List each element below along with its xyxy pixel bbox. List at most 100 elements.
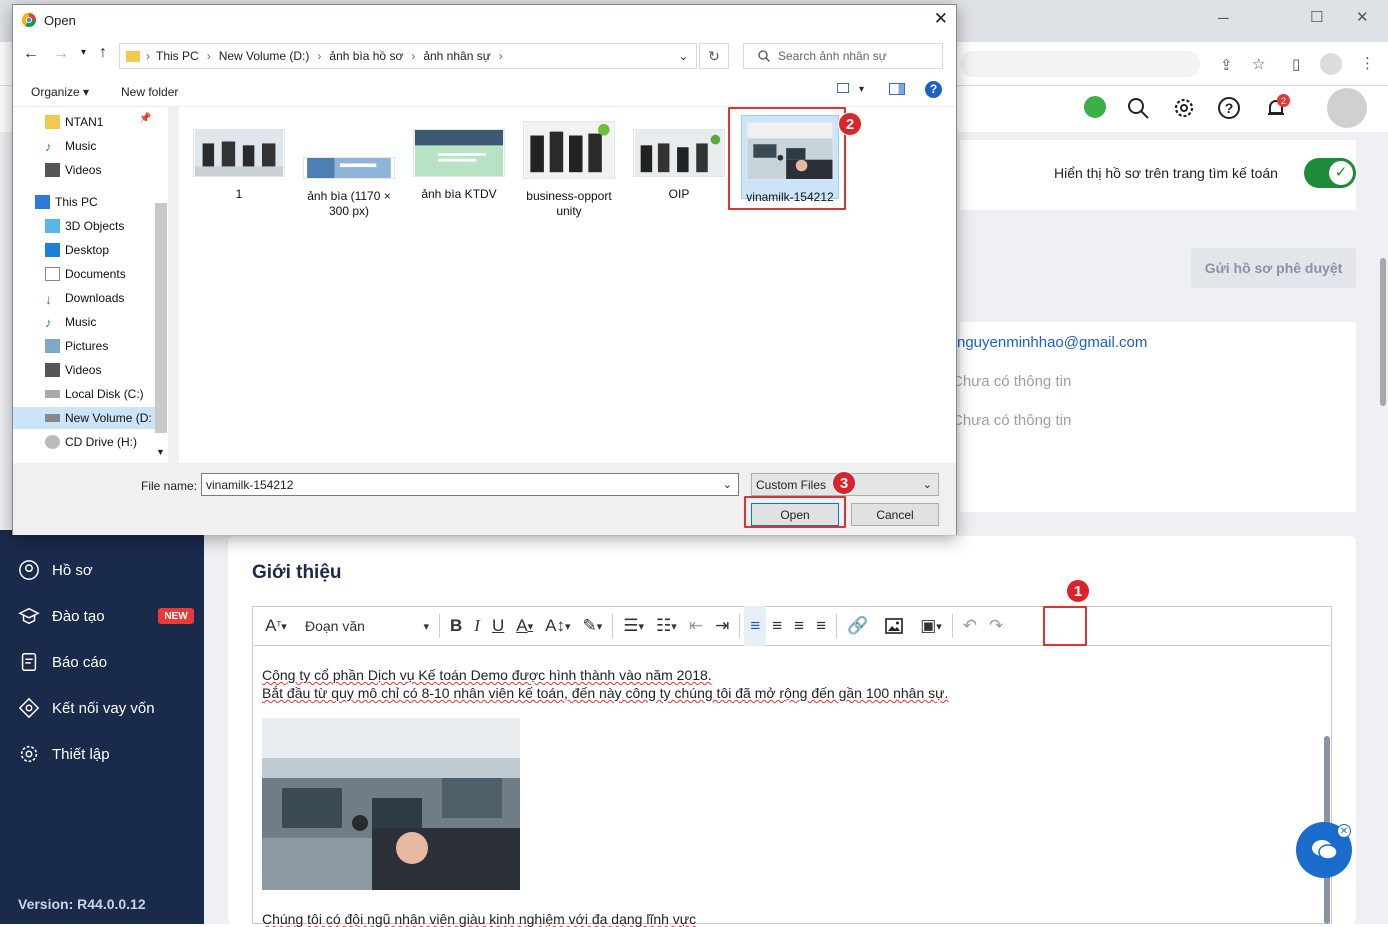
bold-icon[interactable]: B	[444, 606, 468, 646]
outdent-icon[interactable]: ⇤	[683, 606, 709, 646]
new-folder-button[interactable]: New folder	[121, 85, 178, 99]
preview-pane-icon[interactable]	[889, 83, 905, 95]
align-left-icon[interactable]: ≡	[744, 606, 767, 646]
sidebar-item-training[interactable]: Đào tạo	[18, 602, 105, 630]
undo-icon[interactable]: ↶	[957, 606, 983, 646]
nav-item[interactable]: This PC	[35, 191, 98, 213]
email-value[interactable]: nguyenminhhao@gmail.com	[957, 334, 1147, 351]
nav-item[interactable]: CD Drive (H:)	[45, 431, 137, 453]
redo-icon[interactable]: ↷	[983, 606, 1009, 646]
document-icon	[45, 267, 60, 281]
nav-item-label: Pictures	[65, 339, 109, 353]
share-icon[interactable]: ⇪	[1220, 56, 1233, 74]
help-icon[interactable]: ?	[925, 81, 942, 98]
dialog-close-icon[interactable]: ✕	[934, 9, 948, 29]
text-size-icon[interactable]: A↕ ▾	[539, 606, 576, 646]
window-close-icon[interactable]: ✕	[1356, 8, 1369, 26]
insert-image-icon[interactable]	[874, 606, 914, 646]
step-marker: 3	[832, 471, 856, 495]
nav-scrollbar[interactable]	[155, 203, 167, 433]
refresh-icon[interactable]: ↻	[699, 43, 729, 69]
numbered-list-icon[interactable]: ☰ ▾	[617, 606, 650, 646]
font-size-icon[interactable]: Aᵀ ▾	[253, 606, 299, 646]
bullet-list-icon[interactable]: ☷ ▾	[650, 606, 683, 646]
sidebar-item-loan[interactable]: Kết nối vay vốn	[18, 694, 155, 722]
nav-item[interactable]: ↓ Downloads	[45, 287, 124, 309]
italic-icon[interactable]: I	[468, 606, 486, 646]
open-file-dialog: Open ✕ ← → ▾ ↑ › This PC › New Volume (D:…	[12, 4, 957, 535]
nav-item-label: 3D Objects	[65, 219, 125, 233]
nav-item-selected[interactable]: New Volume (D:	[13, 407, 155, 429]
back-arrow-icon[interactable]: ←	[23, 45, 39, 63]
nav-item[interactable]: ♪ Music	[45, 135, 96, 157]
align-justify-icon[interactable]: ≡	[810, 606, 832, 646]
page-scrollbar[interactable]	[1380, 258, 1386, 406]
sidebar-item-settings[interactable]: Thiết lập	[18, 740, 110, 768]
file-item[interactable]: ảnh bìa (1170 × 300 px)	[299, 129, 399, 219]
cd-icon	[45, 435, 60, 449]
insert-media-icon[interactable]: ▣ ▾	[914, 606, 948, 646]
organize-button[interactable]: Organize ▾	[31, 85, 89, 99]
sidebar-item-profile[interactable]: Hồ sơ	[18, 556, 93, 584]
sidepanel-icon[interactable]: ▯	[1292, 55, 1300, 73]
minimize-icon[interactable]: ─	[1218, 10, 1229, 27]
gear-icon[interactable]	[1172, 96, 1196, 120]
pin-icon[interactable]: 📌	[139, 113, 151, 124]
paragraph-style-select[interactable]: Đoạn văn ▾	[299, 606, 435, 646]
breadcrumb[interactable]: › This PC › New Volume (D:) › ảnh bìa hồ s…	[119, 43, 697, 69]
drive-icon	[45, 390, 60, 398]
address-bar[interactable]	[960, 51, 1200, 77]
nav-item-label: Music	[65, 315, 97, 329]
menu-icon[interactable]: ⋮	[1360, 54, 1375, 72]
nav-item[interactable]: ♪ Music	[45, 311, 96, 333]
search-input[interactable]: Search ảnh nhân sự	[743, 43, 943, 69]
recent-chevron-icon[interactable]: ▾	[81, 47, 86, 58]
help-icon[interactable]: ?	[1217, 96, 1241, 120]
chat-close-icon[interactable]: ✕	[1337, 824, 1351, 838]
nav-item[interactable]: 3D Objects	[45, 215, 124, 237]
profile-icon[interactable]	[1320, 53, 1342, 75]
file-item[interactable]: ảnh bìa KTDV	[409, 129, 509, 202]
underline-icon[interactable]: U	[486, 606, 510, 646]
font-color-icon[interactable]: A ▾	[510, 606, 539, 646]
maximize-icon[interactable]: ☐	[1310, 8, 1323, 26]
file-name: ảnh bìa (1170 × 300 px)	[307, 189, 391, 218]
breadcrumb-item[interactable]: ảnh nhân sự	[423, 49, 490, 63]
star-icon[interactable]: ☆	[1252, 55, 1265, 73]
profile-visibility-toggle[interactable]: ✓	[1304, 158, 1356, 188]
nav-item[interactable]: Desktop	[45, 239, 109, 261]
forward-arrow-icon[interactable]: →	[53, 45, 69, 63]
up-arrow-icon[interactable]: ↑	[99, 44, 107, 62]
submit-profile-button[interactable]: Gửi hồ sơ phê duyệt	[1191, 248, 1356, 288]
search-icon[interactable]	[1126, 96, 1150, 120]
breadcrumb-item[interactable]: ảnh bìa hồ sơ	[329, 49, 403, 63]
breadcrumb-item[interactable]: New Volume (D:)	[219, 49, 310, 63]
chevron-down-icon[interactable]: ⌄	[679, 50, 688, 63]
align-center-icon[interactable]: ≡	[788, 606, 810, 646]
toolbar-divider	[439, 614, 440, 638]
file-item[interactable]: OIP	[629, 129, 729, 202]
align-right-icon[interactable]: ≡	[766, 606, 788, 646]
avatar[interactable]	[1327, 88, 1367, 128]
link-icon[interactable]: 🔗	[841, 606, 874, 646]
sidebar-item-reports[interactable]: Báo cáo	[18, 648, 107, 676]
nav-item[interactable]: Pictures	[45, 335, 108, 357]
view-icon[interactable]	[837, 83, 849, 93]
nav-item[interactable]: Videos	[45, 159, 101, 181]
idea-icon[interactable]	[1084, 96, 1106, 118]
chevron-down-icon[interactable]: ▾	[859, 84, 864, 95]
breadcrumb-item[interactable]: This PC	[156, 49, 199, 63]
chevron-down-icon[interactable]: ⌄	[723, 478, 732, 491]
file-item[interactable]: business-opport unity	[519, 121, 619, 219]
highlight-icon[interactable]: ✎ ▾	[576, 606, 608, 646]
nav-item[interactable]: Videos	[45, 359, 101, 381]
nav-item[interactable]: NTAN1	[45, 111, 103, 133]
nav-item[interactable]: Documents	[45, 263, 126, 285]
file-item[interactable]: 1	[189, 129, 289, 202]
nav-item[interactable]: Local Disk (C:)	[45, 383, 144, 405]
cancel-button[interactable]: Cancel	[851, 503, 939, 526]
file-name-input[interactable]: vinamilk-154212 ⌄	[201, 473, 739, 496]
nav-item-label: Local Disk (C:)	[65, 387, 144, 401]
indent-icon[interactable]: ⇥	[709, 606, 735, 646]
scroll-down-icon[interactable]: ▼	[156, 447, 165, 457]
